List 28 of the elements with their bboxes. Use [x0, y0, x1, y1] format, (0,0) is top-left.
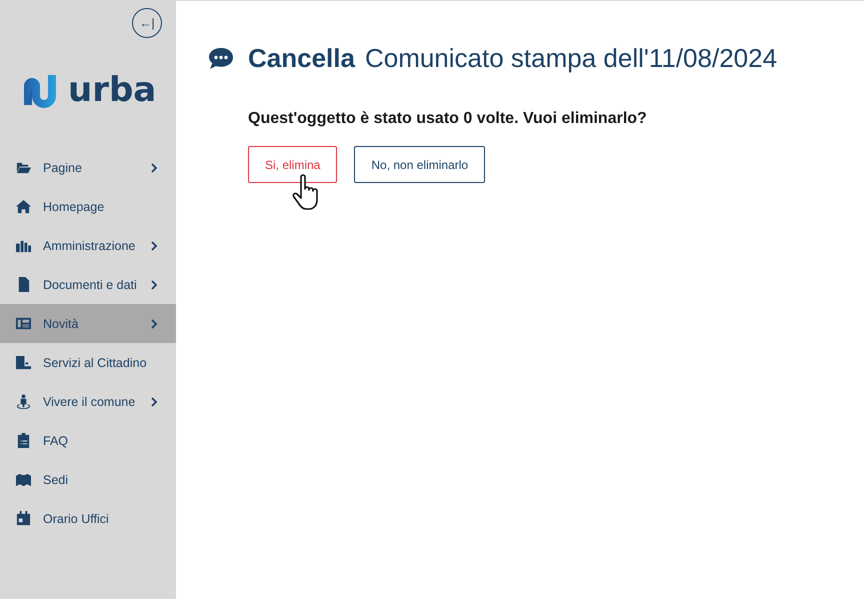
menu-item-icon	[16, 316, 31, 331]
menu-item-icon	[16, 433, 31, 448]
sidebar-item[interactable]: Servizi al Cittadino	[0, 343, 176, 382]
chat-icon	[208, 46, 234, 70]
sidebar-item[interactable]: Sedi	[0, 460, 176, 499]
sidebar-item[interactable]: Orario Uffici	[0, 499, 176, 538]
sidebar-item[interactable]: Homepage	[0, 187, 176, 226]
menu-item-icon	[16, 394, 31, 409]
delete-button[interactable]: Si, elimina	[248, 146, 338, 183]
menu-item-icon	[16, 472, 31, 487]
menu-item-icon	[16, 355, 31, 370]
page-title: Comunicato stampa dell'11/08/2024	[364, 43, 778, 74]
cancel-button[interactable]: No, non eliminarlo	[354, 146, 486, 183]
sidebar-item[interactable]: FAQ	[0, 421, 176, 460]
collapse-button[interactable]: ←|	[132, 8, 162, 38]
confirm-question: Quest'oggetto è stato usato 0 volte. Vuoi eliminarlo?	[248, 110, 648, 128]
sidebar-item[interactable]: Vivere il comune	[0, 382, 176, 421]
menu-item-icon	[16, 160, 31, 175]
menu-item-icon	[16, 199, 31, 214]
sidebar-item[interactable]: Pagine	[0, 148, 176, 187]
page-action: Cancella	[248, 43, 355, 74]
menu-item-icon	[16, 511, 31, 526]
menu-item-icon	[16, 238, 31, 253]
menu-item-icon	[16, 277, 31, 292]
sidebar-item[interactable]: Documenti e dati	[0, 265, 176, 304]
sidebar-item[interactable]: Novità	[0, 304, 176, 343]
logo-text: urba	[68, 70, 156, 110]
sidebar-item[interactable]: Amministrazione	[0, 226, 176, 265]
